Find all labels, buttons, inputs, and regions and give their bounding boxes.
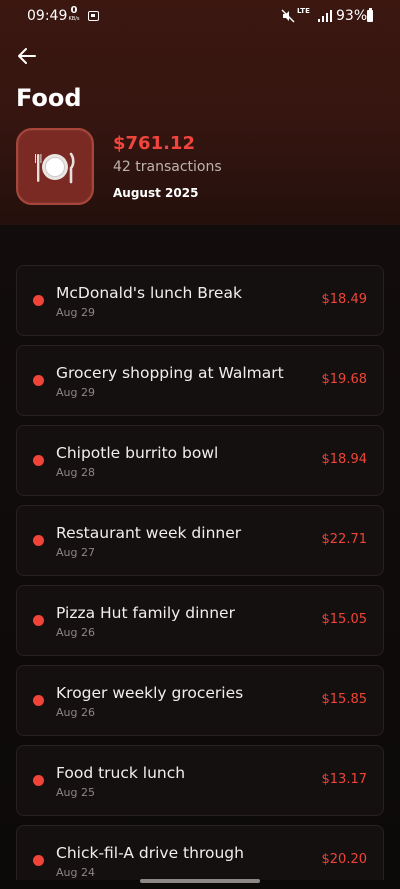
transaction-amount: $18.49: [321, 292, 368, 307]
transaction-name: Chick-fil-A drive through: [56, 844, 244, 862]
category-dot: [33, 295, 44, 306]
transaction-date: Aug 25: [56, 786, 95, 799]
battery-icon: [367, 8, 373, 22]
transaction-date: Aug 24: [56, 866, 95, 879]
transaction-date: Aug 29: [56, 386, 95, 399]
network-speed: 0 KB/s: [66, 5, 82, 23]
transaction-name: Pizza Hut family dinner: [56, 604, 235, 622]
category-dot: [33, 775, 44, 786]
screenshot-icon: [88, 11, 99, 21]
signal-icon: [318, 10, 332, 22]
category-icon-tile: [16, 128, 94, 205]
network-speed-value: 0: [70, 5, 78, 16]
category-dot: [33, 615, 44, 626]
transaction-amount: $15.85: [321, 692, 368, 707]
transaction-row[interactable]: Chipotle burrito bowl Aug 28 $18.94: [16, 425, 384, 496]
category-dot: [33, 375, 44, 386]
transaction-name: Grocery shopping at Walmart: [56, 364, 284, 382]
back-arrow-icon[interactable]: [15, 44, 39, 68]
category-dot: [33, 455, 44, 466]
transaction-row[interactable]: Restaurant week dinner Aug 27 $22.71: [16, 505, 384, 576]
transaction-name: Food truck lunch: [56, 764, 186, 782]
transaction-name: Chipotle burrito bowl: [56, 444, 219, 462]
category-dot: [33, 535, 44, 546]
transaction-name: McDonald's lunch Break: [56, 284, 242, 302]
transaction-name: Kroger weekly groceries: [56, 684, 244, 702]
transaction-count: 42 transactions: [113, 159, 222, 175]
transaction-amount: $15.05: [321, 612, 368, 627]
battery-percent: 93%: [336, 8, 368, 24]
transaction-row[interactable]: Food truck lunch Aug 25 $13.17: [16, 745, 384, 816]
status-time: 09:49: [27, 8, 68, 24]
transaction-row[interactable]: Kroger weekly groceries Aug 26 $15.85: [16, 665, 384, 736]
category-dot: [33, 855, 44, 866]
transaction-row[interactable]: Pizza Hut family dinner Aug 26 $15.05: [16, 585, 384, 656]
transaction-date: Aug 28: [56, 466, 95, 479]
transaction-date: Aug 27: [56, 546, 95, 559]
transaction-date: Aug 29: [56, 306, 95, 319]
category-total-amount: $761.12: [113, 133, 195, 154]
transaction-row[interactable]: Grocery shopping at Walmart Aug 29 $19.6…: [16, 345, 384, 416]
transaction-amount: $19.68: [321, 372, 368, 387]
transaction-amount: $20.20: [321, 852, 368, 867]
gesture-home-bar[interactable]: [140, 879, 260, 883]
mute-icon: [281, 9, 295, 23]
transaction-date: Aug 26: [56, 706, 95, 719]
transaction-row[interactable]: McDonald's lunch Break Aug 29 $18.49: [16, 265, 384, 336]
period-label: August 2025: [113, 186, 199, 200]
plate-fork-knife-icon: [35, 152, 75, 184]
transaction-date: Aug 26: [56, 626, 95, 639]
transaction-amount: $22.71: [321, 532, 368, 547]
transaction-row[interactable]: Chick-fil-A drive through Aug 24 $20.20: [16, 825, 384, 880]
page-title: Food: [16, 84, 82, 112]
transaction-amount: $18.94: [321, 452, 368, 467]
transaction-name: Restaurant week dinner: [56, 524, 242, 542]
transaction-amount: $13.17: [321, 772, 368, 787]
category-dot: [33, 695, 44, 706]
network-speed-unit: KB/s: [68, 16, 80, 22]
status-bar: 09:49 0 KB/s LTE 93%: [0, 0, 400, 34]
network-type: LTE: [297, 7, 310, 15]
